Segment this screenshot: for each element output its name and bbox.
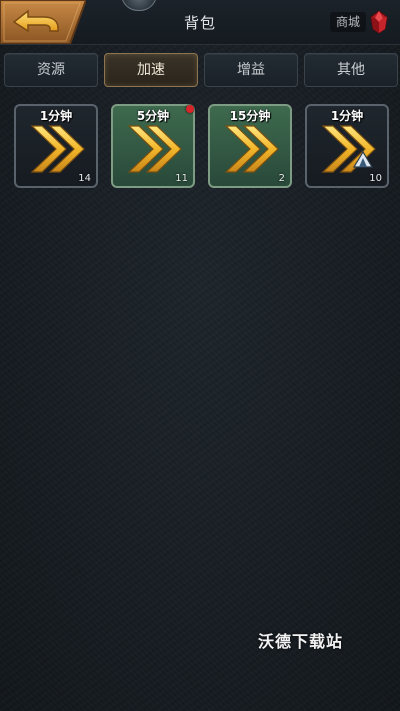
tab-boosts[interactable]: 增益 <box>204 53 298 87</box>
backpack-screen: 背包 商城 资源 加速 增益 其他 1分钟 14 5分钟 11 15分钟 2 1… <box>0 0 400 711</box>
item-count: 14 <box>78 173 91 184</box>
item-speedup-15min[interactable]: 15分钟 2 <box>208 104 292 188</box>
item-speedup-5min[interactable]: 5分钟 11 <box>111 104 195 188</box>
category-tabs: 资源 加速 增益 其他 <box>4 53 398 87</box>
fast-forward-icon <box>30 125 85 173</box>
tab-other[interactable]: 其他 <box>304 53 398 87</box>
top-ornament <box>121 0 157 11</box>
top-bar: 背包 商城 <box>0 0 400 45</box>
watermark: 沃德下载站 <box>258 632 344 651</box>
fast-forward-icon <box>127 125 182 173</box>
item-count: 2 <box>278 173 285 184</box>
tent-icon <box>353 150 373 168</box>
item-speedup-1min-build[interactable]: 1分钟 10 <box>305 104 389 188</box>
tab-resources[interactable]: 资源 <box>4 53 98 87</box>
fast-forward-icon <box>224 125 279 173</box>
ruby-gem-icon <box>370 10 388 34</box>
shop-button[interactable]: 商城 <box>330 10 390 34</box>
item-count: 10 <box>369 173 382 184</box>
tab-speedup[interactable]: 加速 <box>104 53 198 87</box>
shop-label: 商城 <box>330 12 367 32</box>
item-count: 11 <box>175 173 188 184</box>
item-speedup-1min[interactable]: 1分钟 14 <box>14 104 98 188</box>
